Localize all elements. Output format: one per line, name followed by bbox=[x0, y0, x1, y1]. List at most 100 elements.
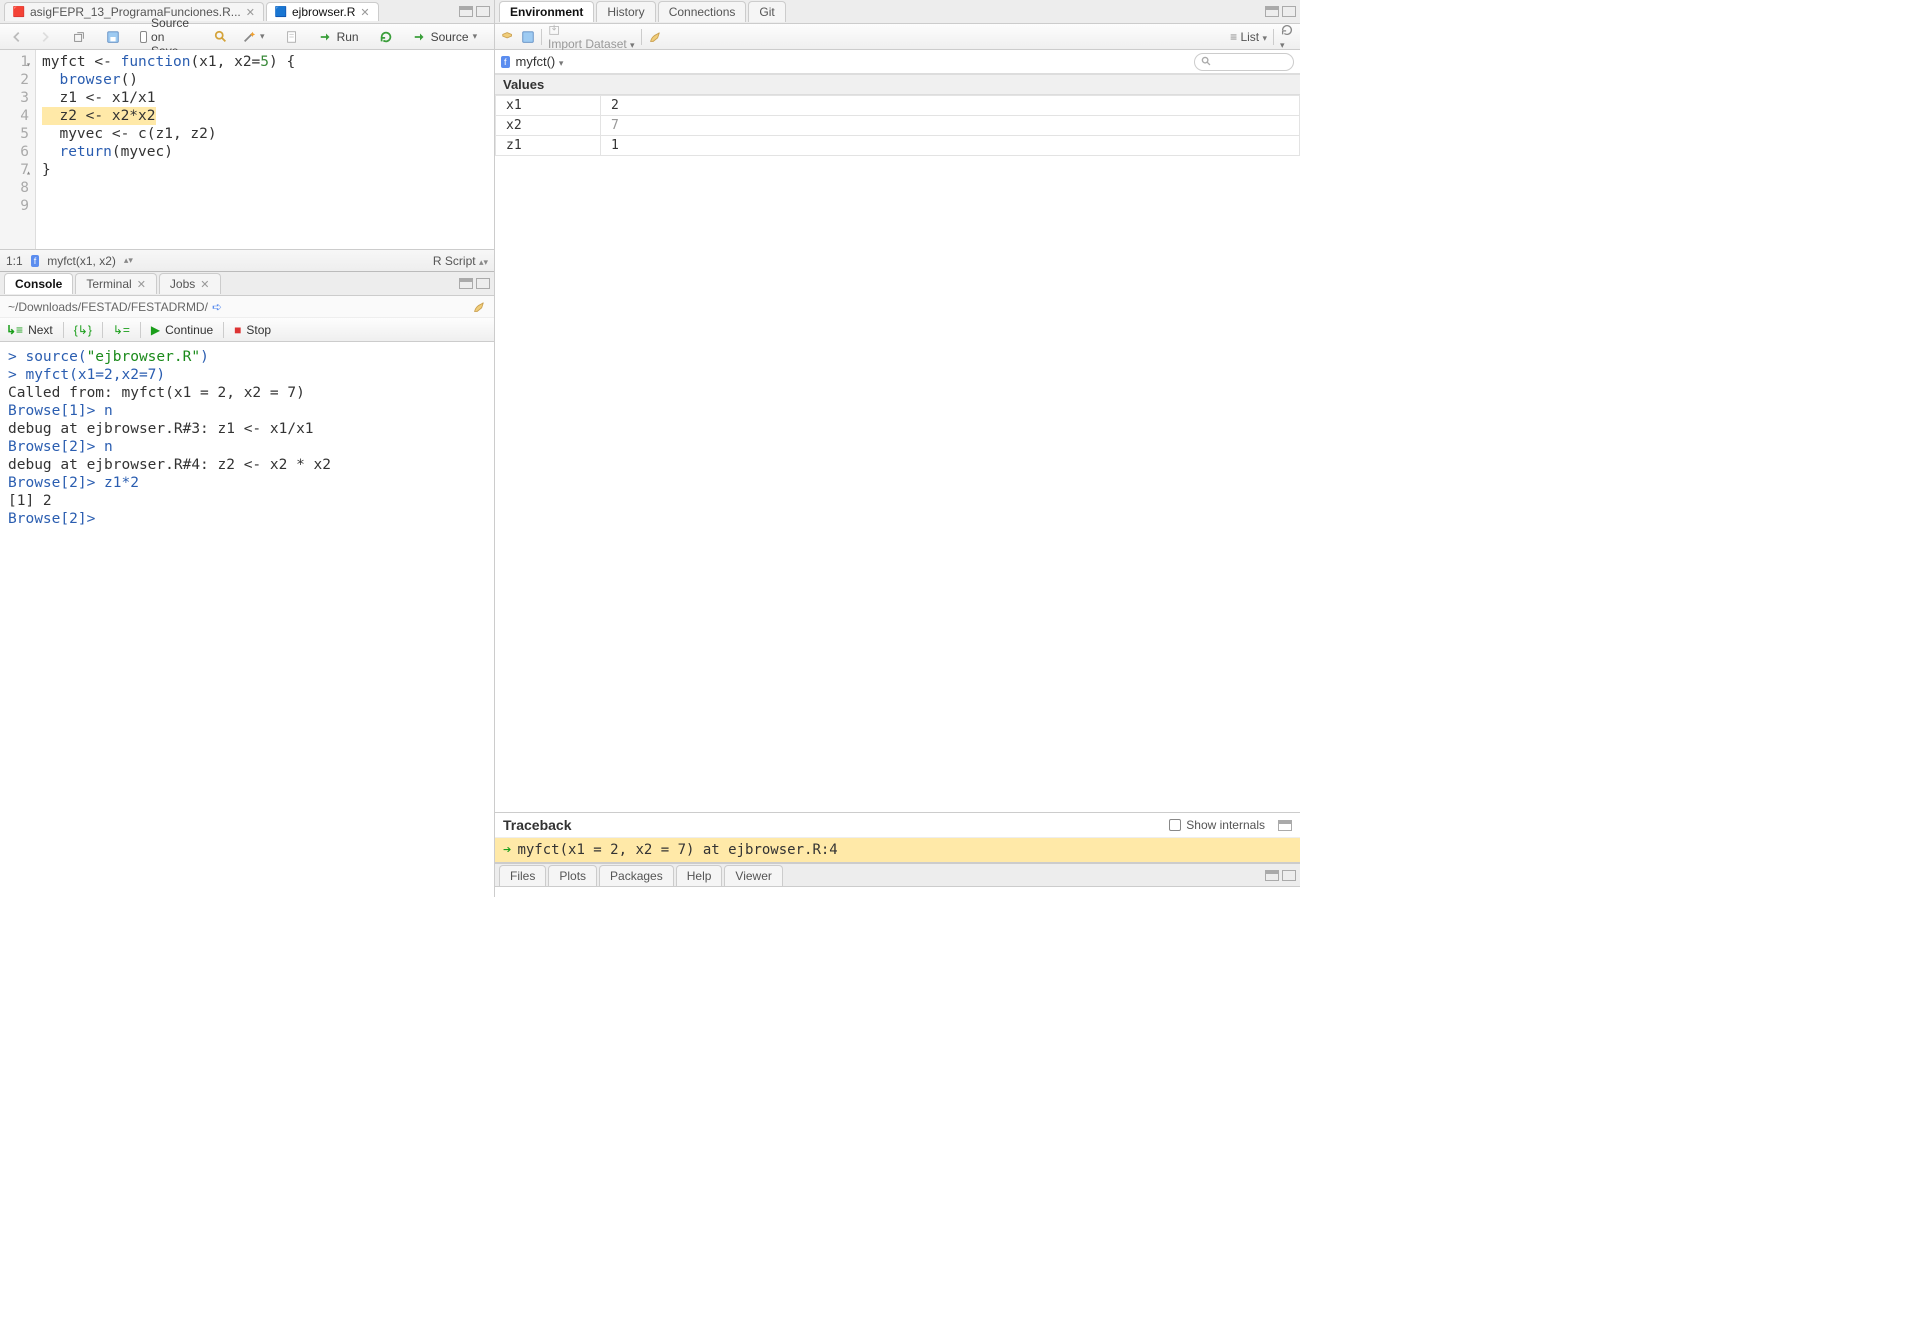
collapse-icon[interactable] bbox=[1278, 820, 1292, 831]
tab-connections[interactable]: Connections bbox=[658, 1, 747, 22]
debug-stop-button[interactable]: ■Stop bbox=[234, 323, 271, 337]
console-pane: Console Terminal✕ Jobs✕ ~/Downloads/FEST… bbox=[0, 272, 494, 897]
cursor-position: 1:1 bbox=[6, 254, 23, 268]
source-tab-label: ejbrowser.R bbox=[292, 5, 355, 19]
console-tab[interactable]: Console bbox=[4, 273, 73, 294]
working-directory: ~/Downloads/FESTAD/FESTADRMD/ ➪ bbox=[0, 296, 494, 318]
jobs-tab[interactable]: Jobs✕ bbox=[159, 273, 221, 294]
pane-minmax bbox=[1265, 6, 1296, 17]
close-icon[interactable]: ✕ bbox=[246, 6, 255, 19]
wand-button[interactable]: ▾ bbox=[238, 28, 269, 46]
clear-env-button[interactable] bbox=[648, 30, 662, 44]
environment-pane: Environment History Connections Git Impo… bbox=[495, 0, 1300, 863]
env-toolbar: Import Dataset ▾ ≡ List ▾ ▾ bbox=[495, 24, 1300, 50]
debug-step-out-button[interactable]: ↳= bbox=[113, 323, 130, 337]
minimize-icon[interactable] bbox=[459, 278, 473, 289]
env-tab-bar: Environment History Connections Git bbox=[495, 0, 1300, 24]
tab-environment[interactable]: Environment bbox=[499, 1, 594, 22]
files-tab-bar: Files Plots Packages Help Viewer bbox=[495, 863, 1300, 887]
terminal-tab[interactable]: Terminal✕ bbox=[75, 273, 157, 294]
close-icon[interactable]: ✕ bbox=[360, 6, 369, 19]
tab-git[interactable]: Git bbox=[748, 1, 785, 22]
table-row[interactable]: x12 bbox=[496, 96, 1300, 116]
debug-step-into-button[interactable]: {↳} bbox=[74, 323, 92, 337]
source-pane: 🟥 asigFEPR_13_ProgramaFunciones.R... ✕ 🟦… bbox=[0, 0, 494, 272]
pane-minmax bbox=[1265, 870, 1296, 881]
tab-history[interactable]: History bbox=[596, 1, 655, 22]
source-tab-0[interactable]: 🟥 asigFEPR_13_ProgramaFunciones.R... ✕ bbox=[4, 2, 264, 21]
source-tab-1[interactable]: 🟦 ejbrowser.R ✕ bbox=[266, 2, 379, 21]
source-menu-label: Source bbox=[431, 30, 469, 44]
load-workspace-button[interactable] bbox=[501, 30, 515, 44]
maximize-icon[interactable] bbox=[476, 6, 490, 17]
source-status-bar: 1:1 f myfct(x1, x2) ▴▾ R Script ▴▾ bbox=[0, 249, 494, 271]
close-icon[interactable]: ✕ bbox=[137, 278, 146, 291]
language-mode[interactable]: R Script bbox=[433, 254, 476, 268]
run-button[interactable]: Run bbox=[315, 28, 363, 46]
traceback-frame[interactable]: ➔ myfct(x1 = 2, x2 = 7) at ejbrowser.R:4 bbox=[495, 838, 1300, 862]
table-row[interactable]: z11 bbox=[496, 136, 1300, 156]
show-internals-label: Show internals bbox=[1186, 818, 1265, 832]
console-output[interactable]: > source("ejbrowser.R")> myfct(x1=2,x2=7… bbox=[0, 342, 494, 897]
env-search-input[interactable] bbox=[1194, 53, 1294, 71]
source-tab-bar: 🟥 asigFEPR_13_ProgramaFunciones.R... ✕ 🟦… bbox=[0, 0, 494, 24]
save-button[interactable] bbox=[102, 28, 124, 46]
tab-viewer[interactable]: Viewer bbox=[724, 865, 782, 886]
refresh-button[interactable]: ▾ bbox=[1280, 23, 1294, 51]
debug-highlighted-line: z2 <- x2*x2 bbox=[42, 107, 156, 125]
env-section-values: Values bbox=[495, 74, 1300, 95]
back-button[interactable] bbox=[6, 28, 28, 46]
debug-next-button[interactable]: ↳≡Next bbox=[6, 323, 53, 337]
line-gutter: 1▾ 2 3 ➔4 5 6 7▴ 8 9 bbox=[0, 50, 36, 249]
maximize-icon[interactable] bbox=[1282, 6, 1296, 17]
view-mode-button[interactable]: ≡ List ▾ bbox=[1230, 30, 1267, 44]
minimize-icon[interactable] bbox=[459, 6, 473, 17]
popout-button[interactable] bbox=[68, 28, 90, 46]
tab-packages[interactable]: Packages bbox=[599, 865, 674, 886]
tab-files[interactable]: Files bbox=[499, 865, 546, 886]
function-scope-icon: f bbox=[31, 255, 40, 267]
cwd-go-icon[interactable]: ➪ bbox=[212, 300, 222, 314]
pane-minmax bbox=[459, 6, 490, 17]
notebook-button[interactable] bbox=[281, 28, 303, 46]
clear-console-icon[interactable] bbox=[472, 300, 486, 314]
forward-button[interactable] bbox=[34, 28, 56, 46]
find-button[interactable] bbox=[210, 28, 232, 46]
r-file-icon: 🟦 bbox=[275, 6, 287, 18]
minimize-icon[interactable] bbox=[1265, 6, 1279, 17]
function-scope[interactable]: myfct(x1, x2) bbox=[47, 254, 116, 268]
source-menu-button[interactable]: Source ▾ bbox=[409, 28, 482, 46]
console-tab-bar: Console Terminal✕ Jobs✕ bbox=[0, 272, 494, 296]
import-dataset-button[interactable]: Import Dataset ▾ bbox=[548, 23, 635, 51]
debug-continue-button[interactable]: ▶Continue bbox=[151, 323, 213, 337]
cwd-path: ~/Downloads/FESTAD/FESTADRMD/ bbox=[8, 300, 208, 314]
close-icon[interactable]: ✕ bbox=[200, 278, 209, 291]
tab-plots[interactable]: Plots bbox=[548, 865, 597, 886]
left-pane: 🟥 asigFEPR_13_ProgramaFunciones.R... ✕ 🟦… bbox=[0, 0, 495, 897]
traceback-header: Traceback Show internals bbox=[495, 813, 1300, 838]
function-scope-icon: f bbox=[501, 56, 510, 68]
pane-minmax bbox=[459, 278, 490, 289]
traceback-pane: Traceback Show internals ➔ myfct(x1 = 2,… bbox=[495, 812, 1300, 862]
show-internals-checkbox[interactable] bbox=[1169, 819, 1181, 831]
source-toolbar: Source on Save ▾ Run Source ▾ bbox=[0, 24, 494, 50]
save-workspace-button[interactable] bbox=[521, 30, 535, 44]
table-row[interactable]: x27 bbox=[496, 116, 1300, 136]
code-editor[interactable]: 1▾ 2 3 ➔4 5 6 7▴ 8 9 myfct <- function(x… bbox=[0, 50, 494, 249]
code-body[interactable]: myfct <- function(x1, x2=5) { browser() … bbox=[36, 50, 494, 249]
maximize-icon[interactable] bbox=[476, 278, 490, 289]
env-values-table: x12 x27 z11 bbox=[495, 95, 1300, 156]
traceback-title: Traceback bbox=[503, 817, 572, 833]
env-scope-selector[interactable]: myfct() ▾ bbox=[516, 54, 564, 69]
tab-help[interactable]: Help bbox=[676, 865, 723, 886]
right-pane: Environment History Connections Git Impo… bbox=[495, 0, 1300, 897]
debug-toolbar: ↳≡Next {↳} ↳= ▶Continue ■Stop bbox=[0, 318, 494, 342]
env-scope-row: f myfct() ▾ bbox=[495, 50, 1300, 74]
minimize-icon[interactable] bbox=[1265, 870, 1279, 881]
current-frame-icon: ➔ bbox=[503, 842, 511, 858]
rmd-icon: 🟥 bbox=[13, 6, 25, 18]
maximize-icon[interactable] bbox=[1282, 870, 1296, 881]
files-pane: Files Plots Packages Help Viewer bbox=[495, 863, 1300, 897]
rerun-button[interactable] bbox=[375, 28, 397, 46]
run-label: Run bbox=[337, 30, 359, 44]
